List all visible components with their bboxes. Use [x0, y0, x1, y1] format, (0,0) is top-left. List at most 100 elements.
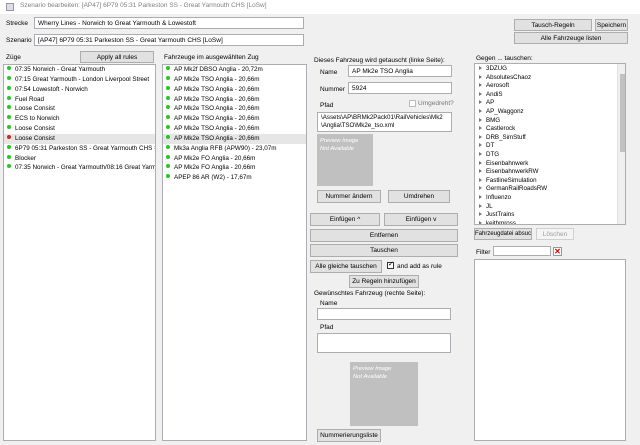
- tree-node[interactable]: JL: [475, 203, 625, 212]
- tree-node[interactable]: DTG: [475, 151, 625, 160]
- insert-before-button[interactable]: Einfügen ^: [310, 213, 380, 226]
- swap-all-same-button[interactable]: Alle gleiche tauschen: [310, 260, 382, 273]
- tree-node[interactable]: Aerosoft: [475, 82, 625, 91]
- list-item[interactable]: ECS to Norwich: [4, 114, 155, 124]
- list-item[interactable]: APEP 86 AR (W2) - 17,67m: [163, 173, 306, 183]
- tree-node[interactable]: DT: [475, 142, 625, 151]
- triangle-right-icon[interactable]: [479, 169, 482, 174]
- triangle-right-icon[interactable]: [479, 91, 482, 96]
- list-item[interactable]: AP Mk2f DBSO Anglia - 20,72m: [163, 65, 306, 75]
- tree-node[interactable]: BMG: [475, 117, 625, 126]
- list-item[interactable]: AP Mk2e TSO Anglia - 20,66m: [163, 124, 306, 134]
- delete-button[interactable]: Löschen: [536, 228, 574, 240]
- add-as-rule-checkbox[interactable]: [387, 260, 394, 269]
- tree-node[interactable]: FastlineSimulation: [475, 177, 625, 186]
- triangle-right-icon[interactable]: [479, 74, 482, 79]
- status-green-icon: [166, 144, 170, 149]
- list-item[interactable]: Loose Consist: [4, 124, 155, 134]
- vehicles-list[interactable]: AP Mk2f DBSO Anglia - 20,72m AP Mk2e TSO …: [162, 64, 307, 441]
- tree-scrollbar-thumb[interactable]: [620, 74, 625, 152]
- scenario-label: Szenario: [6, 37, 32, 44]
- desired-name-field[interactable]: [317, 308, 451, 320]
- scenario-field[interactable]: [AP47] 6P79 05:31 Parkeston SS - Great Y…: [34, 34, 304, 46]
- flipped-checkbox[interactable]: [409, 100, 416, 107]
- triangle-right-icon[interactable]: [479, 160, 482, 165]
- triangle-right-icon[interactable]: [479, 203, 482, 208]
- apply-all-rules-button[interactable]: Apply all rules: [80, 51, 154, 63]
- tree-node[interactable]: Eisenbahnwerk: [475, 160, 625, 169]
- save-button[interactable]: Speichern: [595, 19, 628, 31]
- triangle-right-icon[interactable]: [479, 194, 482, 199]
- status-green-icon: [166, 95, 170, 100]
- triangle-right-icon[interactable]: [479, 100, 482, 105]
- list-item-label: 6P79 05:31 Parkeston SS - Great Yarmouth…: [15, 144, 156, 152]
- tree-scrollbar[interactable]: [617, 64, 625, 224]
- list-item[interactable]: Mk3a Anglia RFB (APW90) - 23,07m: [163, 144, 306, 154]
- route-field[interactable]: Wherry Lines - Norwich to Great Yarmouth…: [34, 17, 304, 29]
- list-item-label: AP Mk2e FO Anglia - 20,66m: [174, 154, 256, 162]
- list-item[interactable]: AP Mk2e TSO Anglia - 20,66m: [163, 95, 306, 105]
- list-item[interactable]: 07:54 Lowestoft - Norwich: [4, 85, 155, 95]
- list-item[interactable]: 6P79 05:31 Parkeston SS - Great Yarmouth…: [4, 144, 155, 154]
- add-to-rules-button[interactable]: Zu Regeln hinzufügen: [349, 275, 419, 288]
- tree-node[interactable]: AP_Waggonz: [475, 108, 625, 117]
- triangle-right-icon[interactable]: [479, 212, 482, 217]
- list-item[interactable]: AP Mk2e FO Anglia - 20,66m: [163, 163, 306, 173]
- triangle-right-icon[interactable]: [479, 117, 482, 122]
- list-all-vehicles-button[interactable]: Alle Fahrzeuge listen: [514, 32, 628, 44]
- current-number-field[interactable]: 5924: [348, 82, 452, 94]
- tree-node[interactable]: JustTrains: [475, 211, 625, 220]
- remove-button[interactable]: Entfernen: [310, 229, 458, 242]
- insert-after-button[interactable]: Einfügen v: [384, 213, 458, 226]
- tree-node[interactable]: 3DZUG: [475, 65, 625, 74]
- desired-path-field[interactable]: [317, 333, 451, 353]
- list-item[interactable]: 07:15 Great Yarmouth - London Liverpool …: [4, 75, 155, 85]
- triangle-right-icon[interactable]: [479, 66, 482, 70]
- list-item[interactable]: 07:35 Norwich - Great Yarmouth: [4, 65, 155, 75]
- list-item-label: AP Mk2e TSO Anglia - 20,66m: [174, 134, 260, 142]
- tree-node[interactable]: EisenbahnwerkRW: [475, 168, 625, 177]
- triangle-right-icon[interactable]: [479, 186, 482, 191]
- triangle-right-icon[interactable]: [479, 177, 482, 182]
- list-item[interactable]: Loose Consist: [4, 133, 155, 144]
- list-item[interactable]: AP Mk2e TSO Anglia - 20,66m: [163, 75, 306, 85]
- triangle-right-icon[interactable]: [479, 83, 482, 88]
- tree-node[interactable]: Influenzo: [475, 194, 625, 203]
- current-path-field[interactable]: \Assets\AP\BRMk2Pack01\RailVehicles\Mk2 …: [317, 112, 452, 132]
- list-item[interactable]: 07:35 Norwich - Great Yarmouth/08:16 Gre…: [4, 163, 155, 173]
- close-icon[interactable]: ✕: [553, 247, 562, 256]
- status-green-icon: [166, 75, 170, 80]
- filter-input[interactable]: [493, 246, 551, 256]
- tree-node[interactable]: AP: [475, 99, 625, 108]
- trains-list[interactable]: 07:35 Norwich - Great Yarmouth 07:15 Grea…: [3, 64, 156, 441]
- triangle-right-icon[interactable]: [479, 220, 482, 224]
- list-item[interactable]: AP Mk2e TSO Anglia - 20,66m: [163, 85, 306, 95]
- triangle-right-icon[interactable]: [479, 143, 482, 148]
- triangle-right-icon[interactable]: [479, 126, 482, 131]
- tree-node[interactable]: keithmross: [475, 220, 625, 224]
- swap-rules-button[interactable]: Tausch-Regeln: [514, 19, 592, 31]
- tree-node[interactable]: GermanRailRoadsRW: [475, 185, 625, 194]
- list-item[interactable]: Loose Consist: [4, 104, 155, 114]
- list-item[interactable]: AP Mk2e TSO Anglia - 20,66m: [163, 114, 306, 124]
- filter-results-list[interactable]: [474, 259, 626, 441]
- swap-button[interactable]: Tauschen: [310, 244, 458, 257]
- change-number-button[interactable]: Nummer ändern: [317, 190, 381, 203]
- triangle-right-icon[interactable]: [479, 108, 482, 113]
- tree-node[interactable]: Castlerock: [475, 125, 625, 134]
- list-item[interactable]: AP Mk2e TSO Anglia - 20,66m: [163, 104, 306, 114]
- list-item[interactable]: Fuel Road: [4, 95, 155, 105]
- tree-node[interactable]: DRB_SimStuff: [475, 134, 625, 143]
- list-item[interactable]: AP Mk2e TSO Anglia - 20,66m: [163, 133, 306, 144]
- vehicle-file-search-button[interactable]: Fahrzeugdatei absuchen: [474, 228, 532, 240]
- list-item[interactable]: Blocker: [4, 154, 155, 164]
- current-name-field[interactable]: AP Mk2e TSO Anglia: [348, 65, 452, 77]
- numbering-list-button[interactable]: Nummerierungsliste: [317, 429, 381, 442]
- list-item[interactable]: AP Mk2e FO Anglia - 20,66m: [163, 154, 306, 164]
- triangle-right-icon[interactable]: [479, 134, 482, 139]
- tree-node[interactable]: AbsolutesChaoz: [475, 74, 625, 83]
- triangle-right-icon[interactable]: [479, 151, 482, 156]
- swap-with-tree[interactable]: 3DZUG AbsolutesChaoz Aerosoft AndiS AP AP_Wag…: [474, 63, 626, 225]
- tree-node[interactable]: AndiS: [475, 91, 625, 100]
- flip-button[interactable]: Umdrehen: [388, 190, 450, 203]
